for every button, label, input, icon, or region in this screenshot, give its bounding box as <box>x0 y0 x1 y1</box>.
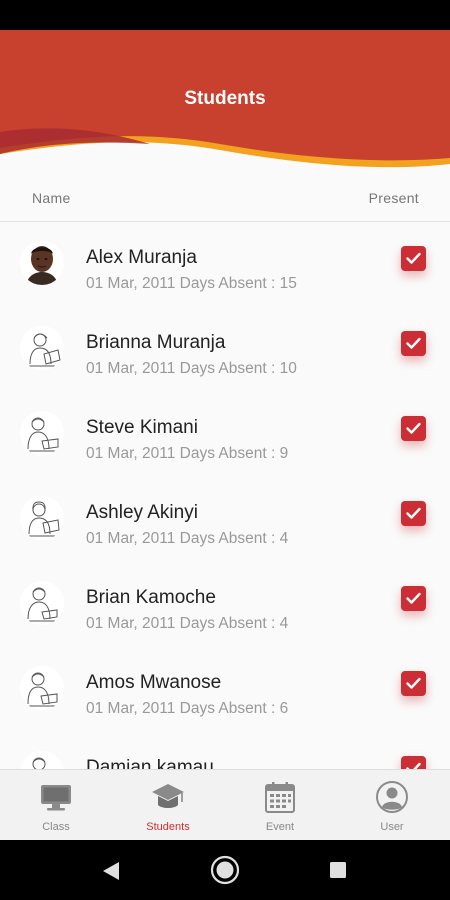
nav-label: Class <box>42 821 70 833</box>
name-column-header: Name <box>32 190 71 206</box>
student-absence-info: 01 Mar, 2011 Days Absent : 15 <box>86 275 297 292</box>
checkmark-icon <box>406 507 421 519</box>
nav-item-class[interactable]: Class <box>0 770 112 840</box>
nav-label: Students <box>146 821 190 833</box>
back-icon[interactable] <box>100 860 122 882</box>
student-row[interactable]: Damian kamau <box>0 733 450 769</box>
page-title: Students <box>184 88 266 109</box>
student-row[interactable]: Alex Muranja 01 Mar, 2011 Days Absent : … <box>0 223 450 308</box>
nav-item-event[interactable]: Event <box>224 770 336 840</box>
student-absence-info: 01 Mar, 2011 Days Absent : 4 <box>86 530 289 547</box>
checkmark-icon <box>406 677 421 689</box>
student-name: Damian kamau <box>86 757 214 769</box>
present-checkbox[interactable] <box>401 756 426 769</box>
status-bar <box>0 0 450 30</box>
student-row[interactable]: Brian Kamoche 01 Mar, 2011 Days Absent :… <box>0 563 450 648</box>
app-screen: Students Name Present Alex Muranja 01 Ma… <box>0 30 450 840</box>
bottom-navigation: Class Students Event User <box>0 769 450 840</box>
header: Students <box>0 30 450 170</box>
present-checkbox[interactable] <box>401 331 426 356</box>
calendar-icon <box>265 782 295 813</box>
student-name: Amos Mwanose <box>86 672 222 693</box>
student-absence-info: 01 Mar, 2011 Days Absent : 10 <box>86 360 297 377</box>
student-sketch-avatar <box>20 496 64 540</box>
checkmark-icon <box>406 337 421 349</box>
student-row[interactable]: Amos Mwanose 01 Mar, 2011 Days Absent : … <box>0 648 450 733</box>
checkmark-icon <box>406 592 421 604</box>
student-sketch-avatar <box>20 581 64 625</box>
student-name: Alex Muranja <box>86 247 197 268</box>
checkmark-icon <box>406 762 421 769</box>
home-icon[interactable] <box>210 855 240 885</box>
nav-item-students[interactable]: Students <box>112 770 224 840</box>
user-icon <box>376 781 408 813</box>
student-name: Brianna Muranja <box>86 332 226 353</box>
student-row[interactable]: Brianna Muranja 01 Mar, 2011 Days Absent… <box>0 308 450 393</box>
student-absence-info: 01 Mar, 2011 Days Absent : 9 <box>86 445 289 462</box>
present-checkbox[interactable] <box>401 671 426 696</box>
student-absence-info: 01 Mar, 2011 Days Absent : 6 <box>86 700 289 717</box>
student-name: Ashley Akinyi <box>86 502 198 523</box>
present-checkbox[interactable] <box>401 246 426 271</box>
nav-label: User <box>380 821 404 833</box>
present-column-header: Present <box>368 190 419 206</box>
student-list[interactable]: Alex Muranja 01 Mar, 2011 Days Absent : … <box>0 223 450 769</box>
student-row[interactable]: Steve Kimani 01 Mar, 2011 Days Absent : … <box>0 393 450 478</box>
checkmark-icon <box>406 252 421 264</box>
student-sketch-avatar <box>20 666 64 710</box>
present-checkbox[interactable] <box>401 416 426 441</box>
nav-label: Event <box>265 821 295 833</box>
student-name: Steve Kimani <box>86 417 198 438</box>
monitor-icon <box>41 785 71 811</box>
student-sketch-avatar <box>20 411 64 455</box>
graduation-cap-icon <box>152 784 184 808</box>
checkmark-icon <box>406 422 421 434</box>
present-checkbox[interactable] <box>401 586 426 611</box>
student-row[interactable]: Ashley Akinyi 01 Mar, 2011 Days Absent :… <box>0 478 450 563</box>
student-sketch-avatar <box>20 326 64 370</box>
student-absence-info: 01 Mar, 2011 Days Absent : 4 <box>86 615 289 632</box>
system-navigation-bar <box>0 840 450 900</box>
recents-icon[interactable] <box>329 861 347 879</box>
column-headers: Name Present <box>0 190 450 222</box>
nav-item-user[interactable]: User <box>336 770 448 840</box>
student-photo-avatar <box>20 241 64 285</box>
student-sketch-avatar <box>20 751 64 769</box>
present-checkbox[interactable] <box>401 501 426 526</box>
student-name: Brian Kamoche <box>86 587 216 608</box>
